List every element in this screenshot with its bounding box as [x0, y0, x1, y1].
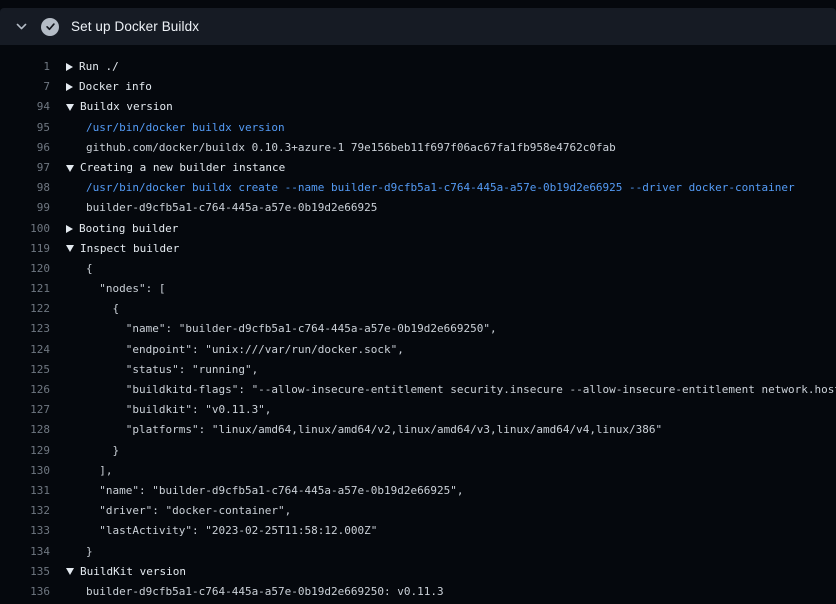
- line-text: Docker info: [79, 77, 152, 97]
- line-number[interactable]: 126: [0, 380, 50, 400]
- log-line: 136 builder-d9cfb5a1-c764-445a-a57e-0b19…: [0, 582, 836, 602]
- log-line: 131 "name": "builder-d9cfb5a1-c764-445a-…: [0, 481, 836, 501]
- line-number[interactable]: 97: [0, 158, 50, 178]
- line-text: /usr/bin/docker buildx create --name bui…: [86, 178, 795, 198]
- line-text: Buildx version: [80, 97, 173, 117]
- line-number[interactable]: 95: [0, 118, 50, 138]
- line-text: "status": "running",: [86, 360, 258, 380]
- line-number[interactable]: 94: [0, 97, 50, 117]
- line-number[interactable]: 1: [0, 57, 50, 77]
- log-line: 134 }: [0, 542, 836, 562]
- line-number[interactable]: 120: [0, 259, 50, 279]
- log-line[interactable]: 119 Inspect builder: [0, 239, 836, 259]
- log-line: 98 /usr/bin/docker buildx create --name …: [0, 178, 836, 198]
- line-number[interactable]: 132: [0, 501, 50, 521]
- line-number[interactable]: 130: [0, 461, 50, 481]
- line-text: Inspect builder: [80, 239, 179, 259]
- line-text: "name": "builder-d9cfb5a1-c764-445a-a57e…: [86, 319, 497, 339]
- line-text: "nodes": [: [86, 279, 165, 299]
- log-line[interactable]: 94 Buildx version: [0, 97, 836, 117]
- line-number[interactable]: 100: [0, 219, 50, 239]
- line-text: Creating a new builder instance: [80, 158, 285, 178]
- log-line: 132 "driver": "docker-container",: [0, 501, 836, 521]
- line-text: {: [86, 299, 119, 319]
- line-text: ],: [86, 461, 113, 481]
- line-number[interactable]: 98: [0, 178, 50, 198]
- group-toggle-icon[interactable]: [66, 245, 74, 252]
- step-title: Set up Docker Buildx: [71, 19, 199, 34]
- log-line: 96 github.com/docker/buildx 0.10.3+azure…: [0, 138, 836, 158]
- log-line: 125 "status": "running",: [0, 360, 836, 380]
- line-number[interactable]: 99: [0, 198, 50, 218]
- line-number[interactable]: 136: [0, 582, 50, 602]
- line-number[interactable]: 134: [0, 542, 50, 562]
- line-number[interactable]: 123: [0, 319, 50, 339]
- line-number[interactable]: 122: [0, 299, 50, 319]
- log-lines: 1 Run ./ 7 Docker info 94 Buildx version…: [0, 45, 836, 602]
- step-header[interactable]: Set up Docker Buildx: [0, 8, 836, 45]
- line-number[interactable]: 119: [0, 239, 50, 259]
- line-text: "lastActivity": "2023-02-25T11:58:12.000…: [86, 521, 377, 541]
- group-toggle-icon[interactable]: [66, 104, 74, 111]
- line-text: Run ./: [79, 57, 119, 77]
- log-line: 124 "endpoint": "unix:///var/run/docker.…: [0, 340, 836, 360]
- log-line[interactable]: 7 Docker info: [0, 77, 836, 97]
- log-line: 122 {: [0, 299, 836, 319]
- log-line: 95 /usr/bin/docker buildx version: [0, 118, 836, 138]
- group-toggle-icon[interactable]: [66, 568, 74, 575]
- log-line: 127 "buildkit": "v0.11.3",: [0, 400, 836, 420]
- log-line: 133 "lastActivity": "2023-02-25T11:58:12…: [0, 521, 836, 541]
- line-text: }: [86, 441, 119, 461]
- line-text: builder-d9cfb5a1-c764-445a-a57e-0b19d2e6…: [86, 198, 377, 218]
- line-text: github.com/docker/buildx 0.10.3+azure-1 …: [86, 138, 616, 158]
- line-number[interactable]: 96: [0, 138, 50, 158]
- line-number[interactable]: 133: [0, 521, 50, 541]
- log-line: 120 {: [0, 259, 836, 279]
- line-number[interactable]: 121: [0, 279, 50, 299]
- log-line: 129 }: [0, 441, 836, 461]
- line-text: Booting builder: [79, 219, 178, 239]
- line-number[interactable]: 129: [0, 441, 50, 461]
- line-number[interactable]: 135: [0, 562, 50, 582]
- line-text: "endpoint": "unix:///var/run/docker.sock…: [86, 340, 404, 360]
- check-circle-icon: [41, 18, 59, 36]
- line-text: "name": "builder-d9cfb5a1-c764-445a-a57e…: [86, 481, 464, 501]
- line-text: {: [86, 259, 93, 279]
- log-line: 123 "name": "builder-d9cfb5a1-c764-445a-…: [0, 319, 836, 339]
- log-line: 128 "platforms": "linux/amd64,linux/amd6…: [0, 420, 836, 440]
- line-text: BuildKit version: [80, 562, 186, 582]
- group-toggle-icon[interactable]: [66, 225, 73, 233]
- log-line: 126 "buildkitd-flags": "--allow-insecure…: [0, 380, 836, 400]
- chevron-down-icon[interactable]: [15, 20, 28, 33]
- group-toggle-icon[interactable]: [66, 83, 73, 91]
- line-number[interactable]: 127: [0, 400, 50, 420]
- line-text: "buildkit": "v0.11.3",: [86, 400, 271, 420]
- line-text: builder-d9cfb5a1-c764-445a-a57e-0b19d2e6…: [86, 582, 444, 602]
- line-text: /usr/bin/docker buildx version: [86, 118, 285, 138]
- group-toggle-icon[interactable]: [66, 63, 73, 71]
- log-line[interactable]: 1 Run ./: [0, 57, 836, 77]
- log-line[interactable]: 135 BuildKit version: [0, 562, 836, 582]
- log-line: 121 "nodes": [: [0, 279, 836, 299]
- line-number[interactable]: 124: [0, 340, 50, 360]
- log-line[interactable]: 97 Creating a new builder instance: [0, 158, 836, 178]
- log-line[interactable]: 100 Booting builder: [0, 219, 836, 239]
- log-line: 99 builder-d9cfb5a1-c764-445a-a57e-0b19d…: [0, 198, 836, 218]
- line-text: "buildkitd-flags": "--allow-insecure-ent…: [86, 380, 836, 400]
- line-number[interactable]: 128: [0, 420, 50, 440]
- line-text: "driver": "docker-container",: [86, 501, 291, 521]
- line-number[interactable]: 131: [0, 481, 50, 501]
- line-text: }: [86, 542, 93, 562]
- group-toggle-icon[interactable]: [66, 165, 74, 172]
- log-line: 130 ],: [0, 461, 836, 481]
- line-number[interactable]: 7: [0, 77, 50, 97]
- line-number[interactable]: 125: [0, 360, 50, 380]
- line-text: "platforms": "linux/amd64,linux/amd64/v2…: [86, 420, 662, 440]
